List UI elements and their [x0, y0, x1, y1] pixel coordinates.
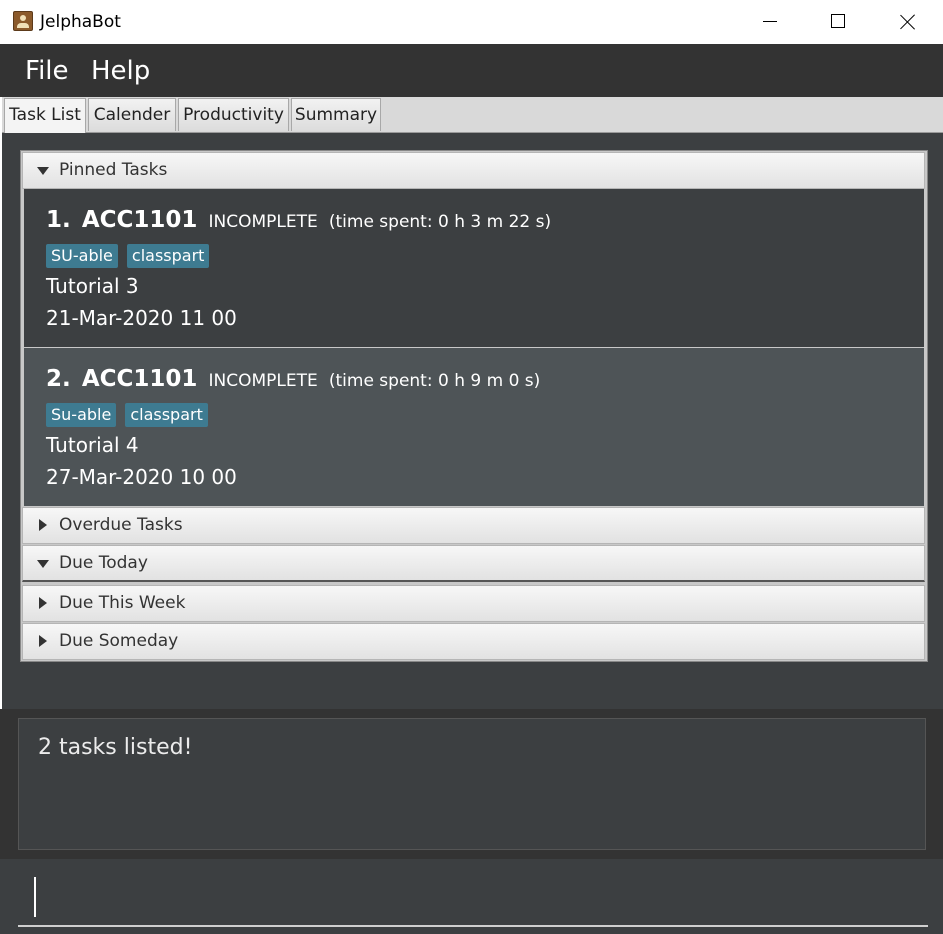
tag-badge: Su-able [46, 403, 117, 427]
contact-book-icon [13, 11, 33, 31]
tag-badge: classpart [125, 403, 208, 427]
tab-bar: Task List Calender Productivity Summary [2, 97, 943, 133]
task-module-code: ACC1101 [81, 366, 198, 392]
section-label: Due Someday [59, 631, 179, 651]
result-message: 2 tasks listed! [38, 735, 193, 760]
section-due-someday[interactable]: Due Someday [22, 623, 925, 660]
section-due-this-week[interactable]: Due This Week [22, 585, 925, 622]
section-label: Pinned Tasks [59, 160, 168, 180]
menu-file[interactable]: File [25, 56, 69, 86]
task-index: 2. [46, 366, 71, 392]
task-index: 1. [46, 207, 71, 233]
section-pinned-tasks[interactable]: Pinned Tasks [22, 152, 925, 189]
chevron-right-icon [37, 586, 49, 621]
title-bar: JelphaBot [0, 0, 943, 44]
tab-summary[interactable]: Summary [291, 98, 381, 131]
task-status: INCOMPLETE [208, 371, 318, 391]
command-underline [18, 925, 928, 927]
minimize-icon[interactable] [746, 0, 792, 44]
maximize-icon[interactable] [815, 0, 861, 44]
chevron-down-icon [37, 153, 49, 188]
close-icon[interactable] [885, 0, 931, 44]
task-status: INCOMPLETE [208, 212, 318, 232]
task-description: Tutorial 3 [46, 274, 139, 298]
task-tags: SU-able classpart [46, 244, 218, 268]
menu-help[interactable]: Help [91, 56, 150, 86]
task-time-spent: (time spent: 0 h 9 m 0 s) [328, 371, 541, 391]
result-display[interactable]: 2 tasks listed! [18, 718, 926, 850]
tag-badge: classpart [126, 244, 210, 268]
section-label: Overdue Tasks [59, 515, 183, 535]
chevron-right-icon [37, 508, 49, 543]
tab-productivity[interactable]: Productivity [178, 98, 289, 131]
tab-task-list[interactable]: Task List [4, 98, 86, 133]
menu-bar: File Help [0, 44, 943, 97]
section-due-today[interactable]: Due Today [22, 545, 925, 582]
tag-badge: SU-able [46, 244, 118, 268]
command-input[interactable] [30, 873, 924, 923]
task-description: Tutorial 4 [46, 433, 139, 457]
result-display-area: 2 tasks listed! [0, 709, 943, 859]
tab-calender[interactable]: Calender [88, 98, 176, 131]
task-module-code: ACC1101 [81, 207, 198, 233]
section-overdue-tasks[interactable]: Overdue Tasks [22, 507, 925, 544]
task-card[interactable]: 1. ACC1101 INCOMPLETE (time spent: 0 h 3… [24, 189, 924, 347]
chevron-down-icon [37, 546, 49, 581]
task-due-date: 27-Mar-2020 10 00 [46, 465, 237, 489]
chevron-right-icon [37, 624, 49, 659]
task-time-spent: (time spent: 0 h 3 m 22 s) [328, 212, 552, 232]
task-card-selected[interactable]: 2. ACC1101 INCOMPLETE (time spent: 0 h 9… [24, 348, 924, 506]
section-label: Due This Week [59, 593, 186, 613]
section-label: Due Today [59, 553, 148, 573]
task-tags: Su-able classpart [46, 403, 217, 427]
window-title: JelphaBot [40, 12, 121, 32]
command-box [0, 859, 943, 934]
task-due-date: 21-Mar-2020 11 00 [46, 306, 237, 330]
